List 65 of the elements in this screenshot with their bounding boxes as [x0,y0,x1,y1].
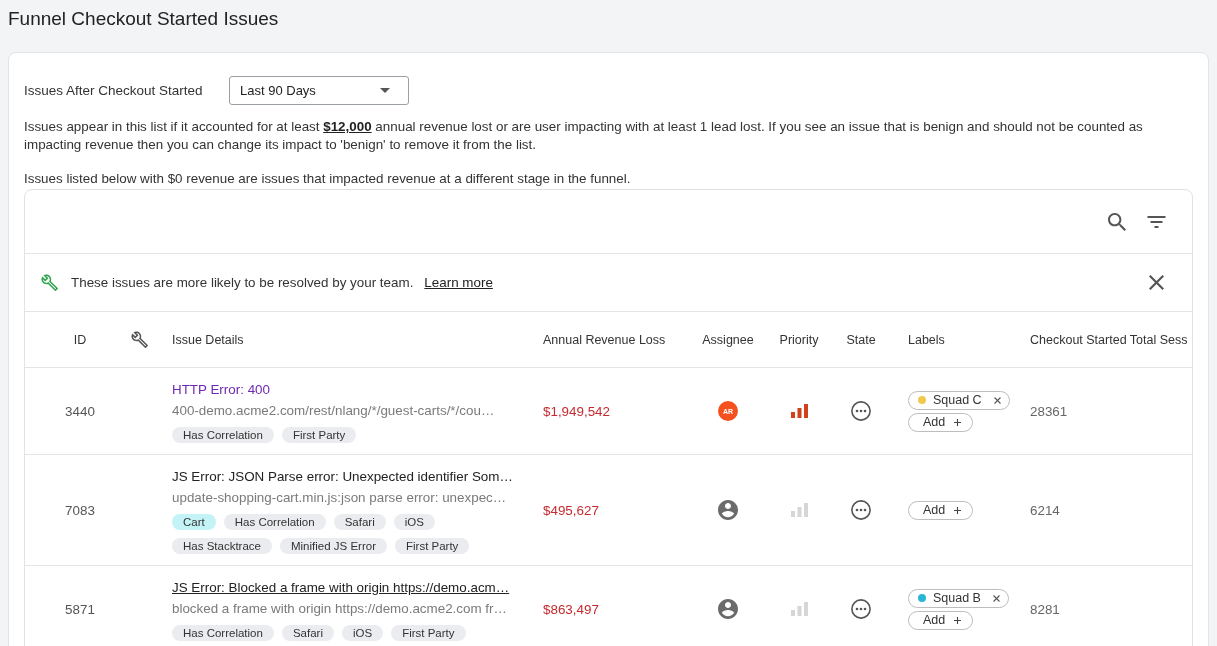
issue-id: 5871 [65,601,95,617]
wrench-icon [41,274,58,291]
issue-subtitle: blocked a frame with origin https://demo.acme2.com fr… [172,600,507,618]
issue-tag: First Party [395,538,470,554]
issue-id: 3440 [65,403,95,419]
add-label-button[interactable]: Add [908,500,974,520]
page-title: Funnel Checkout Started Issues [8,7,280,30]
column-header: ID [73,332,87,347]
revenue-amount: $1,949,542 [543,403,611,419]
user-icon[interactable] [718,599,738,619]
add-label-button[interactable]: Add [908,610,974,630]
info-paragraph: Issues listed below with $0 revenue are issues that impacted revenue at a different stage in the funnel. [24,170,632,188]
plus-icon [954,506,962,514]
column-header: Priority [779,332,819,347]
issue-tag: Has Stacktrace [172,538,272,554]
issue-tag: Cart [172,514,216,530]
issue-subtitle: 400-demo.acme2.com/rest/nlang/*/guest-carts/*/cou… [172,402,495,420]
issue-id: 7083 [65,502,95,518]
search-icon[interactable] [1108,212,1126,231]
issue-tag: First Party [281,427,357,443]
filter-label: Issues After Checkout Started [24,83,204,98]
learn-more-link[interactable]: Learn more [424,275,493,290]
session-count: 6214 [1030,502,1060,518]
column-header: Annual Revenue Loss [543,332,666,347]
issue-tag: First Party [391,625,466,641]
issue-tag: iOS [341,625,384,641]
priority-bars-icon[interactable] [790,404,808,418]
revenue-amount: $495,627 [543,502,599,518]
wrench-icon [131,331,148,348]
remove-icon[interactable] [993,396,1001,404]
issue-tag: Safari [333,514,386,530]
issue-tag: Minified JS Error [280,538,387,554]
info-paragraph: Issues appear in this list if it accounted for at least $12,000 annual revenue lost or are user impacting with at least 1 lead lost. If you see an issue that is benign and should not be counted as impacting revenue then you can change its impact to 'benign' to remove it from the list. [24,118,1144,154]
close-icon[interactable] [1149,275,1164,290]
session-count: 8281 [1030,601,1060,617]
issue-tag: Has Correlation [172,427,274,443]
issue-title-link[interactable]: HTTP Error: 400 [172,381,270,399]
issue-title-link[interactable]: JS Error: JSON Parse error: Unexpected identifier Som… [172,468,513,486]
plus-icon [954,616,962,624]
column-header: Checkout Started Total Sess [1030,332,1188,347]
issue-title-link[interactable]: JS Error: Blocked a frame with origin https://demo.acm… [172,579,510,597]
period-dropdown[interactable]: Last 90 Days [229,76,409,105]
plus-icon [954,418,962,426]
column-header: Issue Details [172,332,244,347]
column-header: Assignee [702,332,754,347]
revenue-amount: $863,497 [543,601,599,617]
session-count: 28361 [1030,403,1068,419]
issue-tag: Safari [281,625,334,641]
label-name: Squad C [933,393,982,407]
user-icon[interactable] [718,500,738,520]
ellipsis-circle-icon[interactable] [851,401,871,421]
column-header: State [846,332,876,347]
issue-tag: Has Correlation [172,625,274,641]
caret-icon [380,88,390,93]
ellipsis-circle-icon[interactable] [851,599,871,619]
column-header: Labels [908,332,945,347]
filter-icon[interactable] [1147,215,1166,228]
add-label-button[interactable]: Add [908,412,974,432]
label-name: Squad B [933,591,981,605]
remove-icon[interactable] [992,594,1000,602]
issue-subtitle: update-shopping-cart.min.js:json parse error: unexpec… [172,489,507,507]
issue-tag: iOS [393,514,435,530]
ellipsis-circle-icon[interactable] [851,500,871,520]
banner-message: These issues are more likely to be resolved by your team. [71,275,414,290]
issue-tag: Has Correlation [223,514,326,530]
